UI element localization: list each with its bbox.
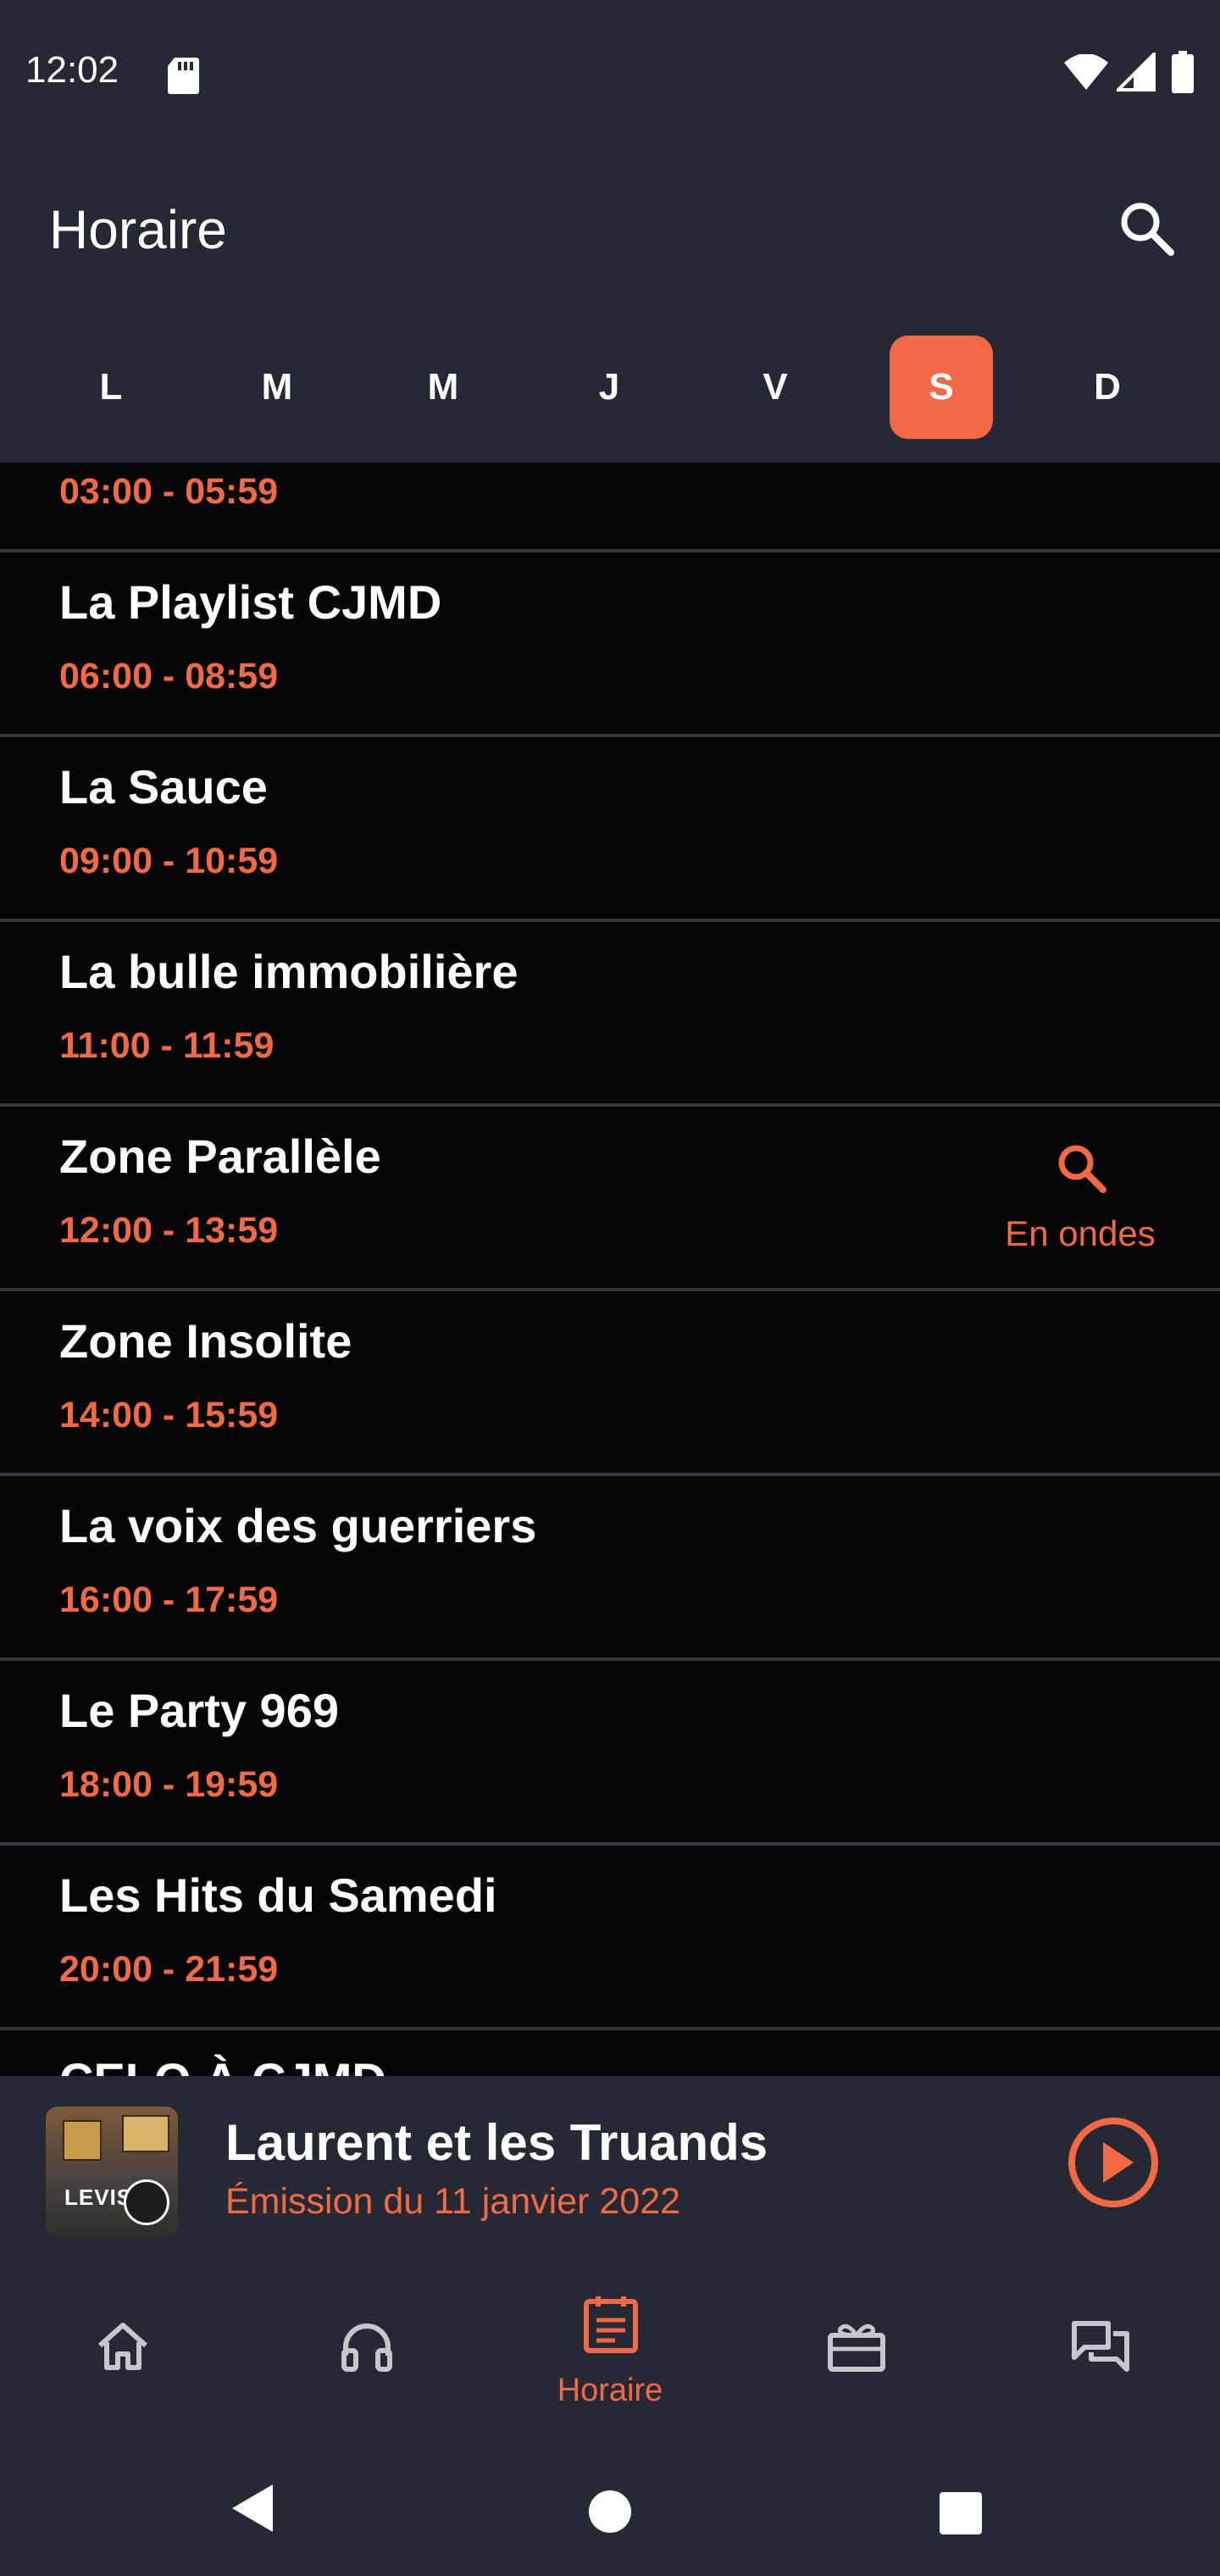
battery-icon <box>1171 51 1195 97</box>
play-circle-icon <box>1068 2118 1158 2207</box>
chat-icon <box>1069 2317 1132 2380</box>
search-icon <box>1121 203 1174 256</box>
show-time: 09:00 - 10:59 <box>59 841 279 881</box>
player-subtitle: Émission du 11 janvier 2022 <box>225 2181 681 2222</box>
nav-home[interactable] <box>0 2256 244 2447</box>
system-nav-bar <box>0 2447 1220 2576</box>
show-time: 20:00 - 21:59 <box>59 1949 279 1990</box>
headphones-icon <box>337 2317 396 2380</box>
schedule-row[interactable]: 03:00 - 05:59 <box>0 463 1220 552</box>
schedule-row[interactable]: Zone Insolite 14:00 - 15:59 <box>0 1291 1220 1476</box>
show-time: 18:00 - 19:59 <box>59 1764 279 1805</box>
show-time: 12:00 - 13:59 <box>59 1210 279 1251</box>
show-time: 03:00 - 05:59 <box>59 471 279 512</box>
status-time: 12:02 <box>25 49 119 91</box>
day-tab-thursday[interactable]: J <box>557 336 661 439</box>
search-button[interactable] <box>1115 197 1179 261</box>
schedule-row[interactable]: La voix des guerriers 16:00 - 17:59 <box>0 1476 1220 1661</box>
schedule-row[interactable]: La Playlist CJMD 06:00 - 08:59 <box>0 552 1220 737</box>
cover-text: LEVIS <box>64 2185 133 2210</box>
day-tab-friday[interactable]: V <box>724 336 827 439</box>
show-name: Les Hits du Samedi <box>59 1868 497 1922</box>
recent-apps-icon[interactable] <box>939 2491 983 2540</box>
cell-signal-icon <box>1114 50 1156 96</box>
nav-schedule[interactable]: Horaire <box>488 2256 732 2447</box>
day-tab-tuesday[interactable]: M <box>225 336 329 439</box>
schedule-list[interactable]: 03:00 - 05:59 La Playlist CJMD 06:00 - 0… <box>0 463 1220 2076</box>
day-tab-monday[interactable]: L <box>59 336 163 439</box>
schedule-row[interactable]: Le Party 969 18:00 - 19:59 <box>0 1661 1220 1846</box>
show-name: Zone Insolite <box>59 1314 352 1368</box>
bottom-nav: Horaire <box>0 2256 1220 2447</box>
on-air-label: En ondes <box>1005 1213 1156 1253</box>
schedule-row[interactable]: CELO À CJMD <box>0 2030 1220 2076</box>
sd-card-icon <box>166 56 200 99</box>
station-logo <box>124 2179 169 2225</box>
day-tab-sunday[interactable]: D <box>1056 336 1159 439</box>
home-circle-icon[interactable] <box>588 2490 632 2538</box>
show-name: La voix des guerriers <box>59 1499 537 1552</box>
nav-messages[interactable] <box>976 2256 1220 2447</box>
on-air-indicator: En ondes <box>983 1132 1178 1259</box>
day-selector: L M M J V S D <box>0 315 1220 463</box>
wifi-icon <box>1064 53 1108 94</box>
schedule-row-on-air[interactable]: Zone Parallèle 12:00 - 13:59 En ondes <box>0 1107 1220 1291</box>
show-name: La Playlist CJMD <box>59 575 442 629</box>
schedule-row[interactable]: Les Hits du Samedi 20:00 - 21:59 <box>0 1846 1220 2030</box>
calendar-icon <box>581 2293 640 2360</box>
show-time: 16:00 - 17:59 <box>59 1579 279 1620</box>
page-title: Horaire <box>49 199 227 260</box>
show-name: Le Party 969 <box>59 1684 339 1737</box>
search-icon <box>1054 1141 1110 1201</box>
app-bar: Horaire <box>0 146 1220 315</box>
player-title: Laurent et les Truands <box>225 2114 768 2171</box>
day-tab-saturday[interactable]: S <box>890 336 993 439</box>
mini-player[interactable]: LEVIS Laurent et les Truands Émission du… <box>0 2076 1220 2256</box>
show-time: 14:00 - 15:59 <box>59 1395 279 1435</box>
nav-listen[interactable] <box>244 2256 488 2447</box>
nav-contests[interactable] <box>732 2256 976 2447</box>
status-bar: 12:02 <box>0 0 1220 146</box>
home-icon <box>93 2317 152 2380</box>
schedule-row[interactable]: La bulle immobilière 11:00 - 11:59 <box>0 922 1220 1107</box>
schedule-row[interactable]: La Sauce 09:00 - 10:59 <box>0 737 1220 922</box>
show-time: 11:00 - 11:59 <box>59 1025 274 1066</box>
show-name: CELO À CJMD <box>59 2052 386 2076</box>
show-name: La bulle immobilière <box>59 945 518 998</box>
back-icon[interactable] <box>230 2483 276 2538</box>
podcast-cover: LEVIS <box>46 2107 178 2239</box>
ticket-icon <box>825 2317 888 2380</box>
nav-label: Horaire <box>557 2373 663 2408</box>
play-button[interactable] <box>1066 2115 1161 2210</box>
show-time: 06:00 - 08:59 <box>59 656 279 697</box>
show-name: Zone Parallèle <box>59 1130 381 1183</box>
show-name: La Sauce <box>59 760 268 813</box>
day-tab-wednesday[interactable]: M <box>391 336 495 439</box>
